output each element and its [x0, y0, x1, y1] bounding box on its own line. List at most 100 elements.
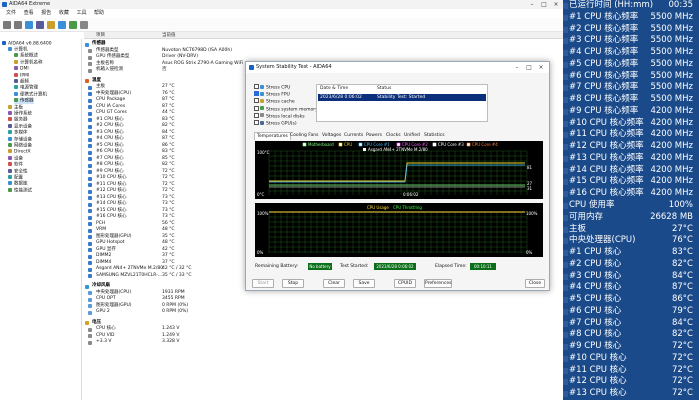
tree-item[interactable]: 主板: [8, 104, 23, 111]
maximize-icon[interactable]: □: [538, 0, 550, 9]
tree-item[interactable]: IPMI: [14, 72, 29, 79]
legend-checkbox[interactable]: [338, 142, 343, 147]
forward-icon[interactable]: [14, 21, 22, 29]
cpu-throttling-title: CPU Throttling: [393, 205, 422, 210]
cpuid-button[interactable]: CPUID: [394, 279, 416, 288]
sensor-icon: [88, 248, 92, 252]
osd-label: 可用内存: [569, 211, 604, 222]
tree-item[interactable]: 软件: [8, 162, 23, 168]
tree-item[interactable]: 设备: [8, 155, 23, 162]
osd-label: 中央处理器(CPU): [569, 235, 636, 246]
checkbox-icon[interactable]: [254, 120, 259, 125]
dialog-minimize-icon[interactable]: –: [511, 62, 523, 73]
legend-checkbox[interactable]: [396, 142, 401, 147]
sensor-row[interactable]: 机箱入侵检测 否: [84, 67, 244, 74]
dialog-close-icon[interactable]: ×: [535, 62, 547, 73]
legend-checkbox[interactable]: [466, 142, 471, 147]
legend-checkbox[interactable]: [358, 142, 363, 147]
tab-currents[interactable]: Currents: [344, 132, 363, 140]
sensor-row[interactable]: +3.3 V 3.328 V: [84, 339, 244, 346]
cpuid-icon[interactable]: [80, 21, 88, 29]
tab-statistics[interactable]: Statistics: [424, 132, 445, 140]
sensor-row[interactable]: SAMSUNG MZVL21T0HCLR-... 35 °C / 33 °C: [84, 273, 244, 280]
title-bar[interactable]: AIDA64 Extreme – □ ×: [0, 0, 563, 9]
stress-option[interactable]: Stress GPU(s): [254, 120, 297, 127]
sensor-row[interactable]: GPU 2 0 RPM (0%): [84, 309, 244, 316]
checkbox-icon[interactable]: [254, 91, 259, 97]
close-icon[interactable]: ×: [550, 0, 562, 9]
tree-item[interactable]: 显示设备: [8, 123, 32, 130]
tree-item[interactable]: 数据库: [8, 181, 28, 187]
tree-item[interactable]: DirectX: [8, 149, 31, 155]
tab-powers[interactable]: Powers: [366, 132, 382, 140]
tree-item-label: 显示设备: [14, 124, 32, 130]
tree-item[interactable]: 安全性: [8, 168, 28, 175]
tree-item[interactable]: 系统概述: [14, 53, 38, 59]
checkbox-icon[interactable]: [254, 84, 259, 89]
tree-item[interactable]: 网络设备: [8, 143, 32, 149]
osd-marker-icon: [563, 108, 568, 115]
report-icon[interactable]: [58, 21, 66, 29]
preferences-button[interactable]: Preferences: [424, 279, 452, 288]
refresh-icon[interactable]: [25, 21, 33, 29]
dialog-maximize-icon[interactable]: □: [523, 62, 535, 73]
tab-cooling-fans[interactable]: Cooling Fans: [290, 132, 318, 140]
tree-item[interactable]: 存储设备: [8, 136, 32, 143]
tree-item[interactable]: 服务器: [8, 117, 28, 123]
checkbox-icon[interactable]: [254, 105, 259, 111]
tab-unified[interactable]: Unified: [404, 132, 420, 140]
tree-item[interactable]: 计算机: [8, 47, 28, 53]
menu-file[interactable]: 文件: [6, 9, 16, 18]
status-row-date[interactable]: 2023/6/28 0:06:02: [320, 94, 362, 101]
osd-marker-icon: [563, 132, 568, 139]
tree-item[interactable]: 配置: [8, 175, 23, 181]
close-button[interactable]: Close: [525, 279, 545, 288]
legend-checkbox[interactable]: [432, 142, 437, 147]
tree-item[interactable]: 性能测试: [8, 187, 32, 194]
tree-item[interactable]: 计算机名称: [14, 59, 43, 66]
menu-report[interactable]: 报告: [41, 9, 51, 18]
checkbox-icon[interactable]: [254, 98, 259, 104]
dialog-title-bar[interactable]: System Stability Test - AIDA64 – □ ×: [246, 62, 549, 73]
column-item[interactable]: 项目: [96, 32, 105, 39]
tree-item[interactable]: 操作系统: [8, 111, 32, 117]
menu-tools[interactable]: 工具: [76, 9, 86, 18]
back-icon[interactable]: [3, 21, 11, 29]
user-icon[interactable]: [36, 21, 44, 29]
column-value[interactable]: 当前值: [162, 32, 176, 39]
stress-option[interactable]: Stress system memory: [254, 105, 318, 113]
tree-item[interactable]: 便携式计算机: [14, 91, 47, 98]
menu-help[interactable]: 帮助: [94, 9, 104, 18]
legend-checkbox[interactable]: [302, 142, 307, 147]
start-button[interactable]: Start: [252, 279, 274, 288]
menu-view[interactable]: 查看: [24, 9, 34, 18]
tab-voltages[interactable]: Voltages: [322, 132, 341, 140]
status-row-status[interactable]: Stability Test: Started: [377, 94, 425, 101]
stress-option[interactable]: Stress CPU: [254, 84, 290, 91]
tab-clocks[interactable]: Clocks: [386, 132, 401, 140]
tree-item[interactable]: DMI: [14, 66, 29, 72]
clear-button[interactable]: Clear: [323, 279, 345, 288]
tree-item[interactable]: 传感器: [14, 98, 34, 105]
sensor-icon: [88, 254, 92, 259]
chart-icon[interactable]: [47, 21, 55, 29]
tree-item[interactable]: 电源管理: [14, 85, 38, 91]
stop-button[interactable]: Stop: [282, 279, 304, 288]
minimize-icon[interactable]: –: [526, 0, 538, 9]
stress-option[interactable]: Stress local disks: [254, 112, 305, 120]
benchmark-icon[interactable]: [69, 21, 77, 29]
tree-item[interactable]: 多媒体: [8, 130, 28, 136]
checkbox-icon[interactable]: [254, 112, 259, 118]
hardware-icon: [260, 91, 264, 96]
osd-row: #7 CPU 核心 84°C: [563, 318, 699, 330]
save-button[interactable]: Save: [353, 279, 375, 288]
menu-favorites[interactable]: 收藏: [59, 9, 69, 18]
tree-item-label: 主板: [14, 105, 23, 111]
stress-option[interactable]: Stress cache: [254, 98, 295, 105]
osd-label: #5 CPU 核心频率: [569, 58, 639, 69]
stress-option[interactable]: Stress FPU: [254, 91, 290, 98]
legend-checkbox[interactable]: [363, 148, 366, 151]
tree-item[interactable]: 超频: [14, 79, 29, 85]
osd-value: 82°C: [671, 329, 693, 340]
tab-temperatures[interactable]: Temperatures: [254, 132, 291, 140]
